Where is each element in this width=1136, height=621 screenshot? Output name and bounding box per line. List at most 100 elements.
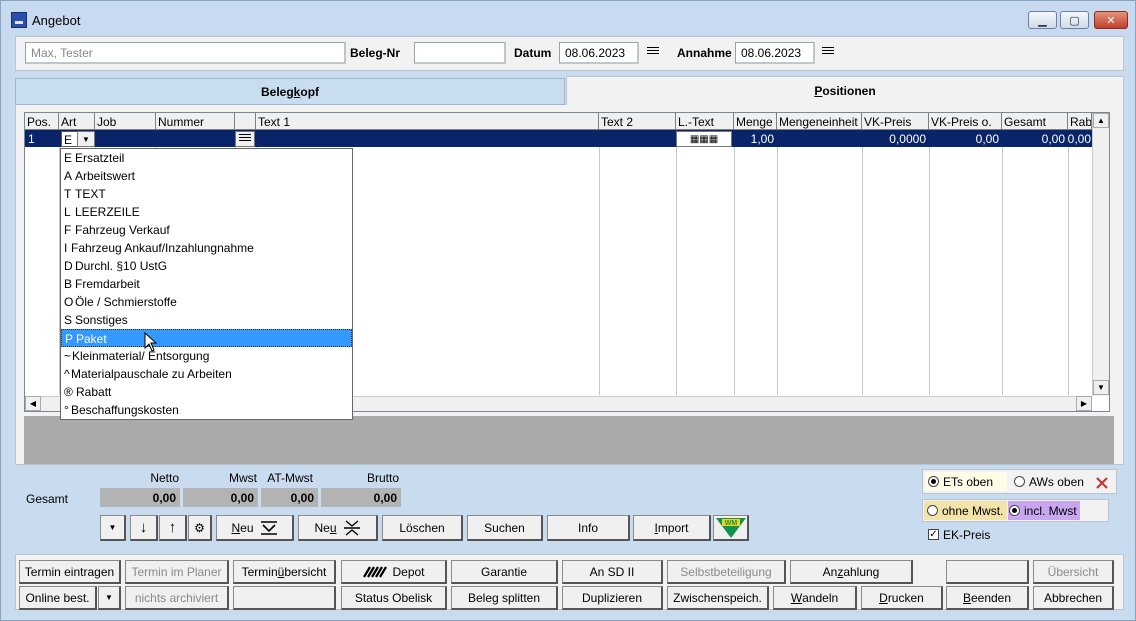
col-header-blank[interactable] [235,113,256,130]
list-item[interactable]: I Fahrzeug Ankauf/Inzahlungnahme [61,239,352,257]
ek-preis-checkbox[interactable]: ✓ [928,529,939,540]
list-item[interactable]: ° Beschaffungskosten [61,401,352,419]
ets-oben-radio[interactable] [928,476,939,487]
wm-button[interactable]: WM [713,515,749,541]
terminuebersicht-button[interactable]: Termin ü bersicht [233,560,336,584]
suchen-button[interactable]: Suchen [467,515,543,541]
minimize-button[interactable]: ▁ [1028,11,1057,29]
neu-below-button[interactable]: Neu [216,515,294,541]
col-header-rab[interactable]: Rab [1068,113,1092,130]
move-down-button[interactable]: ↓ [130,515,158,541]
datum-field[interactable]: 08.06.2023 [559,42,639,64]
loeschen-label: Löschen [399,520,445,535]
uebersicht-button[interactable]: Übersicht [1033,560,1114,584]
cell-vk-preis-o[interactable]: 0,00 [929,130,1002,147]
cell-gesamt[interactable]: 0,00 [1002,130,1068,147]
wandeln-button[interactable]: Wandeln [773,586,857,610]
list-item[interactable]: O Öle / Schmierstoffe [61,293,352,311]
tab-belegkopf[interactable]: Belegkopf [15,78,565,105]
info-button[interactable]: Info [547,515,630,541]
an-sd-ii-button[interactable]: An SD II [562,560,663,584]
beenden-button[interactable]: Beenden [946,586,1029,610]
termin-eintragen-button[interactable]: Termin eintragen [19,560,121,584]
aws-oben-radio[interactable] [1014,476,1025,487]
info-label: Info [577,520,598,535]
art-dropdown-button[interactable]: ▼ [77,131,95,147]
termin-im-planer-button[interactable]: Termin im Planer [125,560,229,584]
dropdown-button[interactable]: ▼ [100,515,126,541]
col-header-vk-preis[interactable]: VK-Preis [862,113,929,130]
annahme-menu-lines-icon[interactable] [822,47,834,57]
online-best-dropdown[interactable]: ▼ [98,586,121,610]
online-best-button[interactable]: Online best. [19,586,97,610]
scroll-right-button[interactable]: ▶ [1076,396,1092,411]
col-header-nummer[interactable]: Nummer [156,113,235,130]
col-header-text1[interactable]: Text 1 [256,113,599,130]
abbrechen-button[interactable]: Abbrechen [1033,586,1114,610]
col-header-pos[interactable]: Pos. [25,113,59,130]
empty-button[interactable] [946,560,1029,584]
customer-field[interactable]: Max, Tester [25,42,346,64]
cell-rab[interactable]: 0,00 [1064,130,1092,147]
maximize-button[interactable]: ▢ [1060,11,1089,29]
datum-menu-lines-icon[interactable] [647,47,659,57]
col-header-mengeneinheit[interactable]: Mengeneinheit [777,113,862,130]
terminuebersicht-label-a: Termin [241,564,278,579]
scroll-down-button[interactable]: ▼ [1093,380,1109,395]
ohne-mwst-radio[interactable] [927,505,938,516]
list-item[interactable]: E Ersatzteil [61,149,352,167]
neu-insert-button[interactable]: Ne u [298,515,378,541]
beleg-nr-field[interactable] [414,42,506,64]
list-item[interactable]: B Fremdarbeit [61,275,352,293]
ek-preis-label: EK-Preis [943,528,991,542]
selbstbeteiligung-button[interactable]: Selbstbeteiligung [667,560,786,584]
list-item[interactable]: L LEERZEILE [61,203,352,221]
cell-pos[interactable]: 1 [25,130,59,147]
col-header-art[interactable]: Art [59,113,95,130]
move-up-button[interactable]: ↑ [159,515,187,541]
close-x-icon[interactable] [1095,476,1109,490]
import-button[interactable]: Import [633,515,711,541]
list-item[interactable]: A Arbeitswert [61,167,352,185]
nummer-lookup-button[interactable] [235,131,255,147]
col-header-gesamt[interactable]: Gesamt [1002,113,1068,130]
anzahlung-button[interactable]: An z ahlung [790,560,913,584]
list-item[interactable]: ^ Materialpauschale zu Arbeiten [61,365,352,383]
col-header-job[interactable]: Job [95,113,156,130]
col-header-ltext[interactable]: L.-Text [676,113,734,130]
scroll-left-button[interactable]: ◀ [25,396,41,411]
list-item[interactable]: ® Rabatt [61,383,352,401]
settings-button[interactable]: ⚙ [188,515,212,541]
blank-button[interactable] [233,586,336,610]
cell-menge[interactable]: 1,00 [734,130,777,147]
garantie-button[interactable]: Garantie [451,560,558,584]
loeschen-button[interactable]: Löschen [382,515,463,541]
incl-mwst-radio[interactable] [1009,505,1020,516]
zwischenspeich-button[interactable]: Zwischenspeich. [667,586,769,610]
beleg-splitten-button[interactable]: Beleg splitten [451,586,558,610]
list-item[interactable]: ~ Kleinmaterial/ Entsorgung [61,347,352,365]
col-header-menge[interactable]: Menge [734,113,777,130]
col-header-text2[interactable]: Text 2 [599,113,676,130]
list-item-code: F [64,223,72,237]
col-header-vk-preis-o[interactable]: VK-Preis o. [929,113,1002,130]
cell-vk-preis[interactable]: 0,0000 [862,130,929,147]
vertical-scrollbar[interactable]: ▲ ▼ [1092,113,1109,396]
tab-positionen[interactable]: Positionen [566,76,1124,105]
status-obelisk-button[interactable]: Status Obelisk [341,586,447,610]
list-item[interactable]: S Sonstiges [61,311,352,329]
list-item[interactable]: T TEXT [61,185,352,203]
ltext-button[interactable]: ▦▦▦ [676,131,732,147]
list-item[interactable]: F Fahrzeug Verkauf [61,221,352,239]
list-item-selected[interactable]: P Paket [61,329,352,347]
close-button[interactable]: ✕ [1094,11,1128,29]
annahme-field[interactable]: 08.06.2023 [735,42,815,64]
drucken-button[interactable]: Drucken [861,586,943,610]
nichts-archiviert-button[interactable]: nichts archiviert [125,586,229,610]
list-item[interactable]: D Durchl. §10 UstG [61,257,352,275]
col-divider [1068,147,1069,395]
scroll-up-button[interactable]: ▲ [1093,113,1109,128]
duplizieren-button[interactable]: Duplizieren [562,586,663,610]
art-dropdown-list[interactable]: E Ersatzteil A Arbeitswert T TEXT L LEERZEIL… [60,148,353,420]
depot-button[interactable]: Depot [341,560,447,584]
